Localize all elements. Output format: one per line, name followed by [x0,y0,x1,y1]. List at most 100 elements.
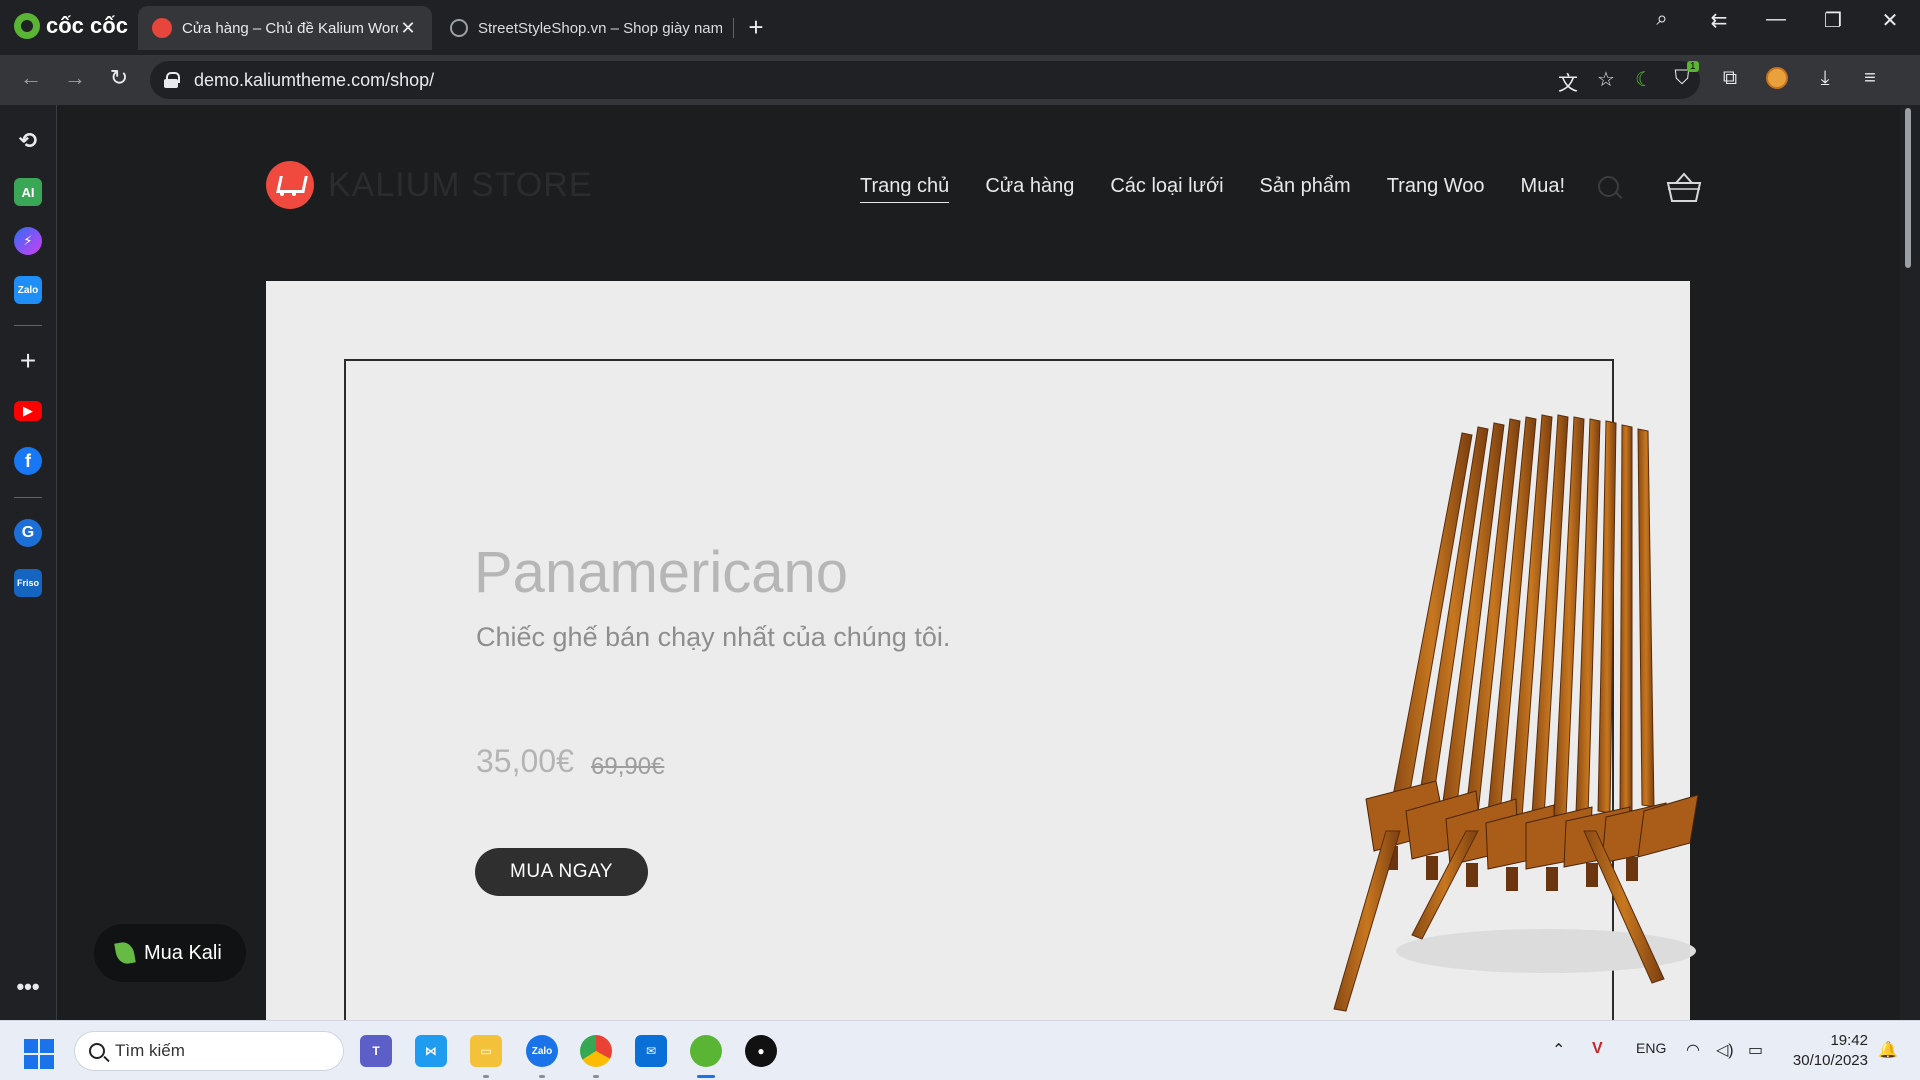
url-text[interactable]: demo.kaliumtheme.com/shop/ [194,70,434,91]
facebook-icon[interactable]: f [14,447,42,475]
browser-brand-label: cốc cốc [46,13,128,38]
add-icon[interactable]: + [14,345,42,376]
translate-icon[interactable]: 文 [1553,67,1583,96]
browser-sidebar: ⟲ AI ⚡ Zalo + ▶ f G Friso ••• [0,105,56,1020]
zalo-taskbar-label: Zalo [531,1045,553,1057]
cart-logo-icon [266,161,314,209]
tab-streetstyleshop[interactable]: StreetStyleShop.vn – Shop giày nam [436,6,736,50]
zalo-icon[interactable]: Zalo [14,276,42,304]
extensions-icon[interactable]: ⧉ [1715,67,1745,90]
back-forward-cache-icon[interactable]: ⇇ [1699,8,1739,33]
back-button[interactable]: ← [16,65,46,91]
site-nav: Trang chủ Cửa hàng Các loại lưới Sản phẩ… [860,175,1565,203]
messenger-icon[interactable]: ⚡ [14,227,42,255]
sidebar-divider [14,497,42,498]
browser-titlebar: cốc cốc Cửa hàng – Chủ đề Kalium Word ✕ … [0,0,1920,55]
taskbar-search-placeholder: Tìm kiếm [115,1041,185,1060]
clock-time: 19:42 [1830,1032,1868,1049]
site-name: KALIUM STORE [328,165,593,204]
product-title: Panamericano [474,540,848,605]
chrome-icon[interactable] [580,1035,612,1067]
adblock-shield-icon[interactable]: ⛉ 1 [1667,61,1699,90]
notification-bell-icon[interactable]: 🔔 [1878,1040,1898,1060]
original-price: 69,90€ [591,753,665,780]
site-logo[interactable]: KALIUM STORE [266,161,593,209]
active-indicator [697,1075,715,1078]
zalo-label: Zalo [17,284,39,296]
teams-icon[interactable]: T [360,1035,392,1067]
nav-buy[interactable]: Mua! [1521,175,1565,203]
wooden-chair-image [1333,414,1699,1012]
tab-separator [733,18,734,38]
running-indicator [539,1075,545,1078]
profile-avatar-icon[interactable] [1762,67,1792,95]
basket-icon[interactable] [1665,171,1703,203]
nav-home[interactable]: Trang chủ [860,175,950,203]
buy-now-button[interactable]: MUA NGAY [475,848,648,896]
more-icon[interactable]: ••• [14,973,42,1001]
tab-title: Cửa hàng – Chủ đề Kalium Word [182,19,398,37]
close-window-button[interactable]: ✕ [1870,8,1910,33]
running-indicator [593,1075,599,1078]
chat-widget-label: Mua Kali [144,941,222,964]
windows-taskbar: Tìm kiếm T ⋈ ▭ Zalo ✉ ● ⌃ V ENG ◠ ◁) ▭ 1… [0,1020,1920,1080]
chat-widget-button[interactable]: Mua Kali [94,924,246,982]
restore-button[interactable]: ❐ [1813,8,1853,33]
volume-icon[interactable]: ◁) [1716,1040,1734,1060]
file-explorer-icon[interactable]: ▭ [470,1035,502,1067]
ai-icon[interactable]: AI [14,178,42,206]
coccoc-taskbar-icon[interactable] [690,1035,722,1067]
menu-icon[interactable]: ≡ [1855,67,1885,90]
vscode-icon[interactable]: ⋈ [415,1035,447,1067]
product-subtitle: Chiếc ghế bán chạy nhất của chúng tôi. [476,622,951,652]
close-tab-icon[interactable]: ✕ [398,18,418,39]
site-header: KALIUM STORE Trang chủ Cửa hàng Các loại… [266,161,1706,241]
browser-toolbar: ← → ↻ demo.kaliumtheme.com/shop/ 文 ☆ ☾ ⛉… [0,55,1920,105]
leaf-icon [114,940,136,966]
page-scrollbar[interactable] [1902,108,1914,1020]
nav-grids[interactable]: Các loại lưới [1110,175,1223,203]
friso-label: Friso [16,578,39,588]
address-bar[interactable]: demo.kaliumtheme.com/shop/ [150,61,1700,99]
battery-icon[interactable]: ▭ [1748,1040,1763,1060]
browser-brand[interactable]: cốc cốc [14,13,128,39]
ai-label: AI [21,184,35,200]
wifi-icon[interactable]: ◠ [1686,1040,1700,1060]
github-icon[interactable]: ● [745,1035,777,1067]
antivirus-icon[interactable]: V [1592,1040,1603,1058]
history-icon[interactable]: ⟲ [14,127,42,155]
taskbar-clock[interactable]: 19:42 30/10/2023 [1788,1031,1868,1071]
bookmark-star-icon[interactable]: ☆ [1591,67,1621,92]
search-icon[interactable] [1598,176,1624,202]
forward-button[interactable]: → [60,65,90,91]
grammarly-icon[interactable]: G [14,519,42,547]
new-tab-button[interactable]: + [744,12,768,43]
lock-icon[interactable] [164,72,180,88]
dark-mode-icon[interactable]: ☾ [1629,67,1659,92]
youtube-icon[interactable]: ▶ [14,401,42,421]
zalo-taskbar-icon[interactable]: Zalo [526,1035,558,1067]
tab-kalium-shop[interactable]: Cửa hàng – Chủ đề Kalium Word ✕ [138,6,432,50]
nav-shop[interactable]: Cửa hàng [985,175,1074,203]
sale-price: 35,00€ [476,743,574,779]
download-icon[interactable]: ⤓ [1810,67,1840,90]
coccoc-logo-icon [14,13,40,39]
minimize-button[interactable]: — [1756,8,1796,31]
tab-search-icon[interactable]: ⌕ [1642,8,1682,31]
language-indicator[interactable]: ENG [1636,1040,1666,1056]
taskbar-search-input[interactable]: Tìm kiếm [74,1031,344,1071]
kalium-favicon-icon [152,18,172,38]
windows-start-icon[interactable] [24,1039,54,1069]
nav-woo-pages[interactable]: Trang Woo [1387,175,1485,203]
hero-banner: Panamericano Chiếc ghế bán chạy nhất của… [266,281,1699,1020]
sidebar-divider [14,325,42,326]
show-hidden-icons-icon[interactable]: ⌃ [1552,1040,1565,1060]
search-icon [89,1043,105,1059]
mail-icon[interactable]: ✉ [635,1035,667,1067]
nav-products[interactable]: Sản phẩm [1260,175,1351,203]
friso-icon[interactable]: Friso [14,569,42,597]
reload-button[interactable]: ↻ [104,65,134,91]
scrollbar-thumb[interactable] [1905,108,1911,268]
globe-favicon-icon [450,19,468,37]
tab-title: StreetStyleShop.vn – Shop giày nam [478,19,722,37]
